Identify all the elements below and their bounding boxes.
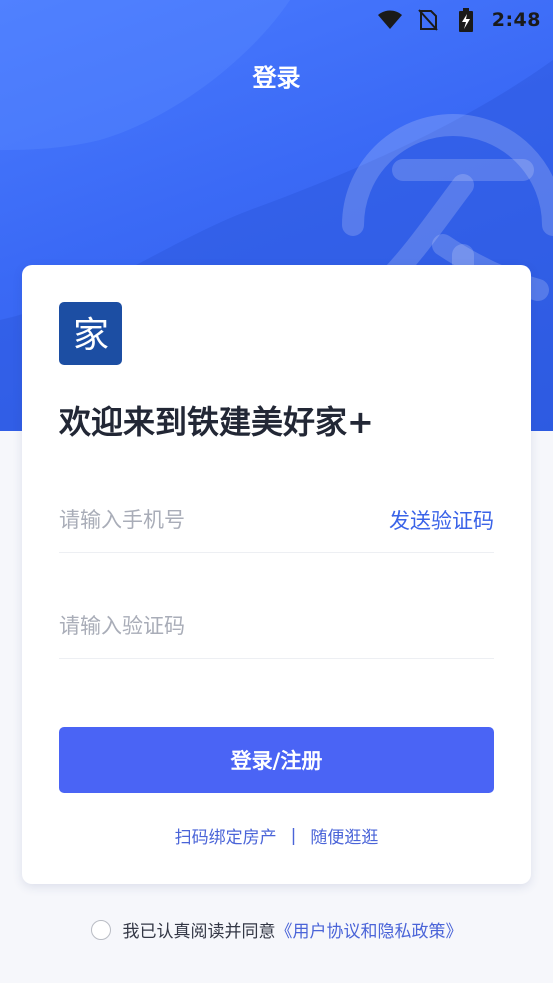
phone-input[interactable] bbox=[59, 499, 359, 540]
wifi-icon bbox=[377, 8, 402, 32]
svg-text:家: 家 bbox=[72, 315, 108, 356]
agreement-checkbox[interactable] bbox=[90, 919, 111, 940]
send-code-button[interactable]: 发送验证码 bbox=[389, 505, 494, 535]
app-logo: 家 bbox=[59, 302, 122, 365]
home-logo-icon: 家 bbox=[72, 315, 108, 356]
verification-code-input[interactable] bbox=[59, 605, 359, 646]
scan-bind-property-link[interactable]: 扫码绑定房产 bbox=[175, 823, 277, 848]
status-bar: 2:48 bbox=[0, 0, 553, 40]
user-agreement-privacy-link[interactable]: 《用户协议和隐私政策》 bbox=[276, 922, 463, 942]
secondary-links: 扫码绑定房产 | 随便逛逛 bbox=[22, 823, 531, 849]
login-card: 家 欢迎来到铁建美好家+ 发送验证码 登录/注册 扫码绑定房产 | 随便逛逛 bbox=[22, 265, 531, 884]
status-time: 2:48 bbox=[491, 9, 541, 31]
page-title: 登录 bbox=[252, 64, 301, 92]
agreement-text: 我已认真阅读并同意 bbox=[122, 922, 276, 942]
login-register-button[interactable]: 登录/注册 bbox=[59, 727, 494, 793]
welcome-heading: 欢迎来到铁建美好家+ bbox=[59, 403, 374, 441]
no-sim-icon bbox=[416, 8, 440, 32]
browse-link[interactable]: 随便逛逛 bbox=[310, 823, 378, 848]
agreement-row: 我已认真阅读并同意《用户协议和隐私政策》 bbox=[0, 917, 553, 942]
phone-field-row: 发送验证码 bbox=[59, 487, 494, 553]
link-separator: | bbox=[290, 825, 297, 846]
code-field-row bbox=[59, 593, 494, 659]
battery-charging-icon bbox=[454, 8, 478, 32]
